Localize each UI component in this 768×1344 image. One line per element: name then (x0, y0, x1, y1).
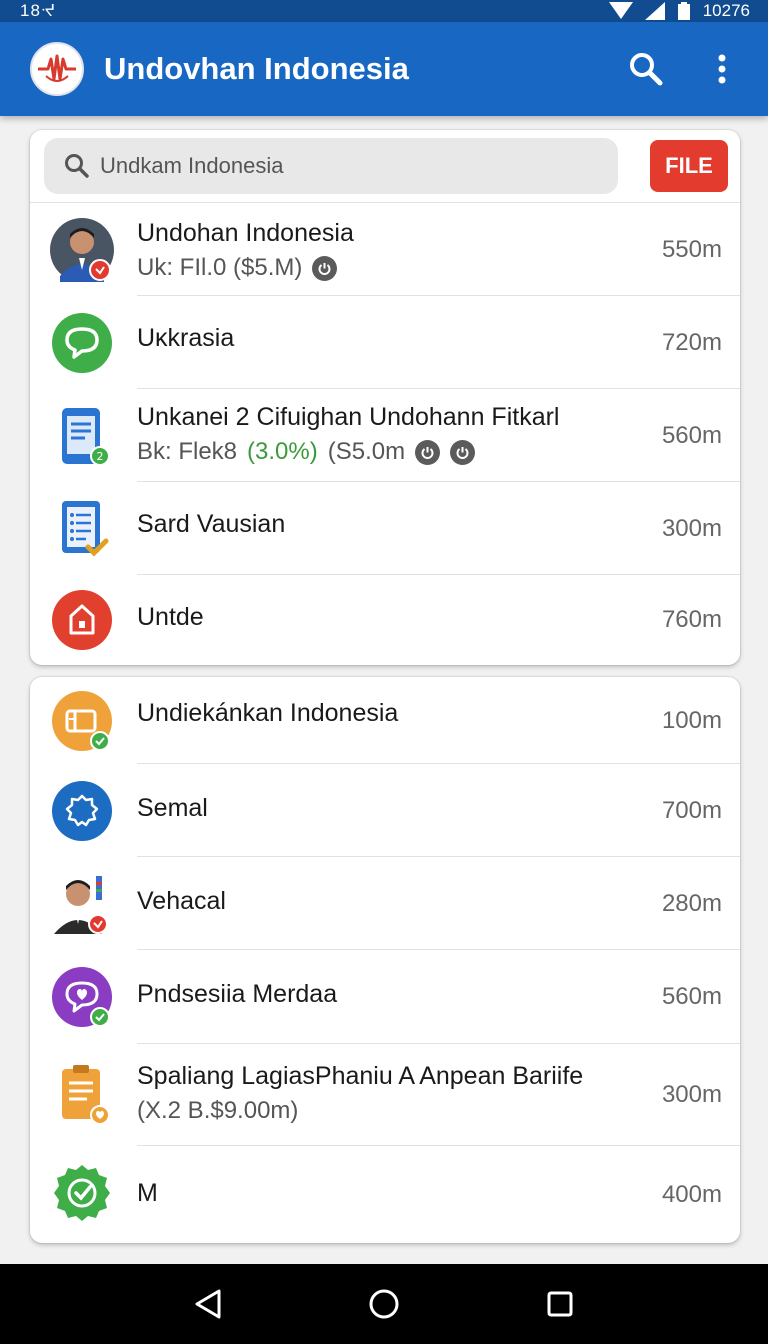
list-item-title: Untde (137, 603, 204, 631)
list-item-title: Undohan Indonesia (137, 219, 354, 247)
list-item-subtitle: (X.2 B.$9.00m) (137, 1097, 299, 1124)
list-item-title: Uĸkrasia (137, 324, 235, 352)
list-item[interactable]: Pndsesiia Merdaa 560m (30, 950, 740, 1044)
list-item[interactable]: Vehacal 280m (30, 857, 740, 950)
app-logo-icon (30, 42, 84, 96)
search-button[interactable] (624, 47, 668, 91)
search-row: Undkam Indonesia FILE (30, 130, 740, 203)
more-vert-icon (718, 54, 726, 84)
list-item[interactable]: M 400m (30, 1146, 740, 1243)
list-item-value: 560m (661, 983, 722, 1010)
gear-badge-icon (50, 779, 114, 843)
home-button[interactable] (360, 1280, 408, 1328)
recents-square-icon (547, 1291, 573, 1317)
back-triangle-icon (195, 1289, 221, 1319)
list-item[interactable]: Uĸkrasia 720m (30, 296, 740, 389)
chat-bubble-icon (50, 311, 114, 375)
signal-icon (644, 2, 665, 20)
list-item-value: 300m (661, 514, 722, 542)
search-icon (630, 53, 663, 86)
checklist-document-icon (50, 497, 114, 561)
app-title: Undovhan Indonesia (104, 51, 409, 86)
status-bar: 18ᔵ 10276 (0, 0, 768, 22)
svg-text:2: 2 (97, 450, 104, 463)
list-card-primary: Undkam Indonesia FILE Undohan Indonesia … (30, 130, 740, 665)
list-item-value: 100m (661, 706, 722, 734)
list-item[interactable]: Untde 760m (30, 575, 740, 665)
search-field-icon (65, 154, 89, 178)
list-item[interactable]: 2 Unkanei 2 Cifuighan Undohann Fitkarl B… (30, 389, 740, 482)
list-item-percent: (3.0%) (247, 438, 318, 465)
battery-icon (677, 2, 690, 20)
list-item-value: 560m (661, 421, 722, 449)
list-item-value: 760m (661, 606, 722, 633)
list-item-subtitle-tail: (S5.0m (327, 438, 406, 465)
clipboard-icon (50, 1063, 114, 1127)
list-item-title: Sard Vausian (137, 510, 286, 538)
power-icon (312, 255, 338, 281)
list-item-subtitle: Uk: FIl.0 ($5.M) (137, 254, 303, 281)
power-icon (450, 439, 476, 465)
list-item[interactable]: Undohan Indonesia Uk: FIl.0 ($5.M) 550m (30, 203, 740, 296)
list-item-value: 300m (661, 1081, 722, 1108)
list-item[interactable]: Sard Vausian 300m (30, 482, 740, 575)
system-nav-bar (0, 1264, 768, 1344)
list-item-title: Undiekánkan Indonesia (137, 699, 399, 727)
home-circle-icon (369, 1289, 399, 1319)
search-placeholder: Undkam Indonesia (100, 153, 284, 178)
home-box-icon (50, 588, 114, 652)
list-card-secondary: Undiekánkan Indonesia 100m Semal 700m Ve… (30, 677, 740, 1243)
heart-chat-icon (50, 965, 114, 1029)
list-item-title: Vehacal (137, 887, 226, 915)
wifi-icon (608, 2, 633, 19)
back-button[interactable] (184, 1280, 232, 1328)
overflow-menu-button[interactable] (700, 47, 744, 91)
wallet-icon (50, 689, 114, 753)
list-item-subtitle: Bk: Flek8 (137, 438, 238, 465)
list-item-title: Semal (137, 794, 208, 822)
list-item-value: 550m (661, 235, 722, 263)
list-item-value: 700m (661, 796, 722, 824)
recents-button[interactable] (536, 1280, 584, 1328)
status-left-text: 18ᔵ (20, 1, 57, 20)
list-item-title: M (137, 1179, 158, 1207)
list-item-value: 400m (661, 1180, 722, 1208)
list-item-title: Pndsesiia Merdaa (137, 980, 338, 1008)
status-time: 10276 (702, 1, 750, 20)
check-badge-icon (50, 1163, 114, 1227)
list-item[interactable]: Semal 700m (30, 764, 740, 857)
list-item-value: 280m (661, 889, 722, 917)
power-icon (415, 439, 441, 465)
search-input[interactable]: Undkam Indonesia (44, 138, 618, 194)
app-bar: Undovhan Indonesia (0, 22, 768, 116)
person-avatar-icon (50, 872, 114, 936)
person-avatar-icon (50, 217, 114, 282)
tablet-document-icon: 2 (50, 404, 114, 468)
list-item-title: Spaliang LagiasPhaniu A Anpean Bariife (137, 1062, 584, 1090)
file-button[interactable]: FILE (650, 140, 728, 192)
list-item-value: 720m (661, 328, 722, 356)
list-item[interactable]: Spaliang LagiasPhaniu A Anpean Bariife (… (30, 1044, 740, 1146)
list-item-title: Unkanei 2 Cifuighan Undohann Fitkarl (137, 403, 560, 431)
list-item[interactable]: Undiekánkan Indonesia 100m (30, 677, 740, 764)
